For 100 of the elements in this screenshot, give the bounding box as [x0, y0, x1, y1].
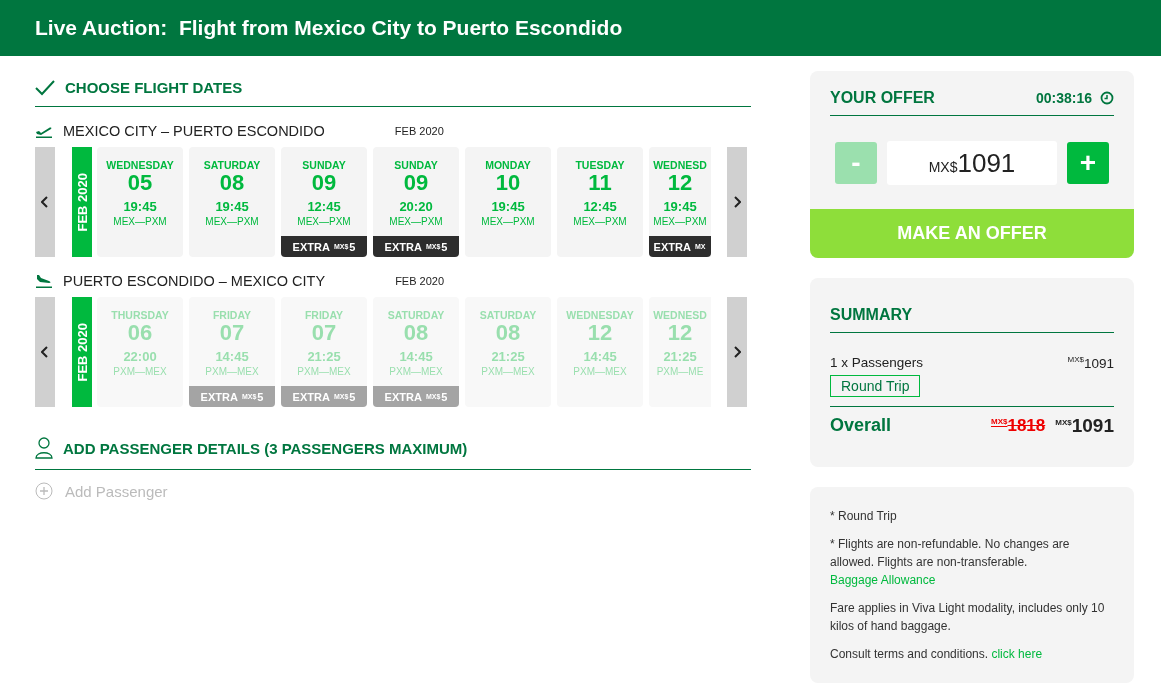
- chevron-right-icon: [733, 346, 741, 358]
- flight-date-card[interactable]: SUNDAY 09 20:20 MEX—PXM EXTRA $^{MX$}$5: [373, 147, 459, 257]
- flight-time: 12:45: [583, 199, 617, 214]
- date-number: 12: [587, 321, 613, 345]
- date-number: 08: [495, 321, 521, 345]
- date-number: 09: [311, 171, 337, 195]
- note-text: * Round Trip: [830, 507, 898, 525]
- date-number: 08: [219, 171, 245, 195]
- extra-fee-badge: EXTRA $^{MX}$: [649, 236, 711, 257]
- flight-route: MEX—PXM: [481, 216, 535, 227]
- section-title: ADD PASSENGER DETAILS (3 PASSENGERS MAXIMUM): [63, 439, 468, 457]
- date-number: 09: [403, 171, 429, 195]
- page-title: Live Auction: Flight from Mexico City to Puerto Escondido: [35, 16, 623, 40]
- flight-time: 21:25: [663, 349, 697, 364]
- trip-type-tag: Round Trip: [830, 374, 921, 397]
- flight-route: MEX—PXM: [389, 216, 443, 227]
- extra-fee-badge: EXTRA $^{MX$}$5: [281, 236, 367, 257]
- weekday-label: MONDAY: [485, 159, 531, 171]
- weekday-label: SUNDAY: [394, 159, 438, 171]
- passenger-count-label: 1 x Passengers: [830, 355, 924, 371]
- extra-fee-badge: EXTRA $^{MX$}$5: [373, 386, 459, 407]
- flight-route: PXM—ME: [656, 366, 704, 377]
- flight-time: 14:45: [399, 349, 433, 364]
- route-month: FEB 2020: [394, 125, 444, 137]
- extra-fee-badge: EXTRA $^{MX$}$5: [189, 386, 275, 407]
- flight-time: 14:45: [583, 349, 617, 364]
- note-text: Consult terms and conditions. click here: [830, 645, 1044, 663]
- line-price: $^{MX$}$1091: [1067, 355, 1114, 371]
- flight-time: 19:45: [491, 199, 525, 214]
- date-number: 05: [127, 171, 153, 195]
- flight-date-card[interactable]: WEDNESDAY 05 19:45 MEX—PXM: [97, 147, 183, 257]
- flight-time: 20:20: [399, 199, 433, 214]
- flight-route: MEX—PXM: [113, 216, 167, 227]
- note-link[interactable]: Baggage Allowance: [830, 572, 936, 587]
- flight-route: PXM—MEX: [205, 366, 259, 377]
- weekday-label: TUESDAY: [575, 159, 625, 171]
- weekday-label: SATURDAY: [203, 159, 261, 171]
- previous-button[interactable]: [35, 147, 55, 257]
- date-number: 12: [667, 321, 693, 345]
- extra-fee-badge: EXTRA $^{MX$}$5: [281, 386, 367, 407]
- date-number: 07: [219, 321, 245, 345]
- increase-button[interactable]: +: [1067, 142, 1109, 184]
- checkmark-icon: [35, 79, 55, 96]
- flight-route: PXM—MEX: [573, 366, 627, 377]
- flight-date-card[interactable]: WEDNESD 12 19:45 MEX—PXM EXTRA $^{MX}$: [649, 147, 711, 257]
- panel-title: YOUR OFFER: [830, 89, 936, 107]
- original-price: $^{MX$}$1818: [991, 415, 1046, 436]
- flight-date-card[interactable]: TUESDAY 11 12:45 MEX—PXM: [557, 147, 643, 257]
- flight-route: MEX—PXM: [297, 216, 351, 227]
- date-number: 12: [667, 171, 693, 195]
- next-button[interactable]: [727, 147, 747, 257]
- note-link[interactable]: click here: [991, 646, 1043, 661]
- weekday-label: SATURDAY: [387, 309, 445, 321]
- date-number: 08: [403, 321, 429, 345]
- chevron-left-icon: [41, 196, 49, 208]
- weekday-label: THURSDAY: [111, 309, 169, 321]
- plane-landing-icon: [35, 274, 53, 288]
- weekday-label: SUNDAY: [302, 159, 346, 171]
- date-number: 11: [588, 171, 612, 195]
- weekday-label: WEDNESD: [653, 309, 707, 321]
- date-number: 07: [311, 321, 337, 345]
- flight-time: 21:25: [491, 349, 525, 364]
- clock-icon: [1100, 91, 1114, 105]
- extra-fee-badge: EXTRA $^{MX$}$5: [373, 236, 459, 257]
- flight-route: PXM—MEX: [297, 366, 351, 377]
- weekday-label: SATURDAY: [479, 309, 537, 321]
- note-text: Fare applies in Viva Light modality, includes only 10 kilos of hand baggage.: [830, 599, 1106, 635]
- person-icon: [35, 437, 53, 459]
- flight-date-card[interactable]: SATURDAY 08 19:45 MEX—PXM: [189, 147, 275, 257]
- total-price: $^{MX$}$1091: [1055, 414, 1114, 437]
- section-title: CHOOSE FLIGHT DATES: [65, 79, 243, 96]
- route-month: FEB 2020: [395, 275, 445, 287]
- date-number: 06: [127, 321, 153, 345]
- panel-title: SUMMARY: [830, 306, 914, 324]
- flight-date-card[interactable]: MONDAY 10 19:45 MEX—PXM: [465, 147, 551, 257]
- flight-date-card[interactable]: SUNDAY 09 12:45 MEX—PXM EXTRA $^{MX$}$5: [281, 147, 367, 257]
- note-text: * Flights are non-refundable. No changes are allowed. Flights are non-transferable. Baggage Allowance: [830, 535, 1071, 589]
- flight-route: PXM—MEX: [481, 366, 535, 377]
- flight-time: 22:00: [123, 349, 157, 364]
- flight-time: 19:45: [123, 199, 157, 214]
- weekday-label: FRIDAY: [304, 309, 344, 321]
- flight-time: 21:25: [307, 349, 341, 364]
- chevron-left-icon: [41, 346, 49, 358]
- flight-time: 12:45: [307, 199, 341, 214]
- flight-route: MEX—PXM: [573, 216, 627, 227]
- flight-time: 19:45: [663, 199, 697, 214]
- date-number: 10: [495, 171, 521, 195]
- route-title: MEXICO CITY – PUERTO ESCONDIDO: [63, 123, 325, 139]
- route-title: PUERTO ESCONDIDO – MEXICO CITY: [63, 273, 326, 289]
- flight-route: MEX—PXM: [653, 216, 707, 227]
- offer-amount-field[interactable]: MX$1091: [887, 141, 1057, 185]
- flight-route: PXM—MEX: [113, 366, 167, 377]
- flight-route: MEX—PXM: [205, 216, 259, 227]
- countdown-timer: 00:38:16: [1035, 90, 1092, 106]
- make-offer-button[interactable]: MAKE AN OFFER: [810, 209, 1134, 258]
- chevron-right-icon: [733, 196, 741, 208]
- weekday-label: WEDNESDAY: [566, 309, 634, 321]
- flight-time: 14:45: [215, 349, 249, 364]
- overall-label: Overall: [830, 415, 893, 436]
- weekday-label: WEDNESDAY: [106, 159, 174, 171]
